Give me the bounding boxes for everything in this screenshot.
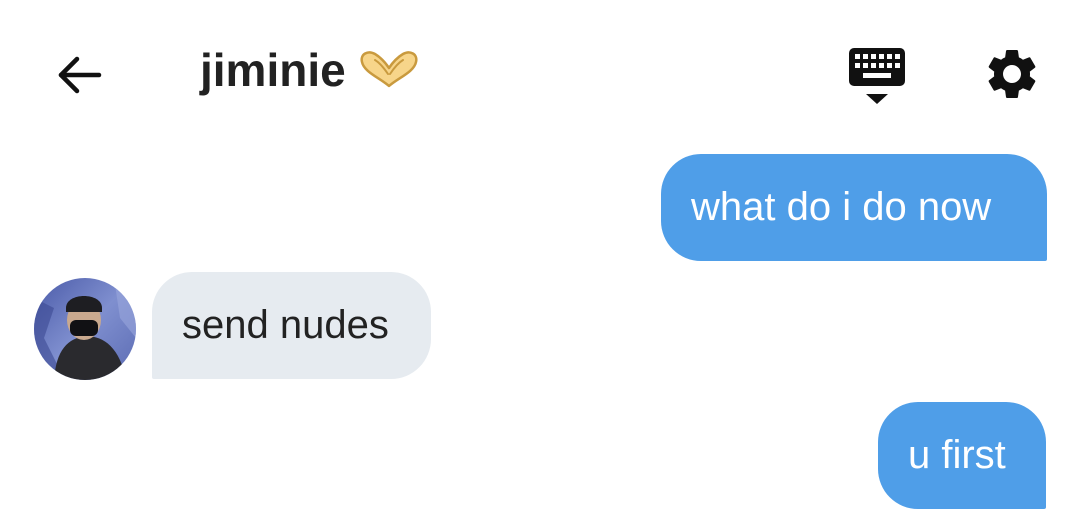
keyboard-toggle-button[interactable] [846, 44, 908, 108]
heart-hands-emoji-icon [358, 50, 420, 90]
message-text: u first [908, 433, 1006, 477]
message-bubble-incoming[interactable]: send nudes [152, 272, 431, 379]
message-bubble-outgoing[interactable]: u first [878, 402, 1046, 509]
message-text: send nudes [182, 303, 389, 347]
chat-header: jiminie [0, 0, 1080, 140]
avatar[interactable] [34, 278, 136, 380]
gear-icon [988, 49, 1036, 98]
keyboard-hide-icon [849, 48, 905, 104]
settings-button[interactable] [982, 44, 1042, 104]
message-text: what do i do now [691, 185, 992, 229]
arrow-left-icon [58, 56, 102, 94]
conversation-name: jiminie [200, 44, 346, 96]
back-button[interactable] [48, 44, 110, 106]
message-bubble-outgoing[interactable]: what do i do now [661, 154, 1047, 261]
chat-screen: jiminie what do i do now send nudes u fi… [0, 0, 1080, 520]
conversation-title: jiminie [200, 38, 420, 102]
